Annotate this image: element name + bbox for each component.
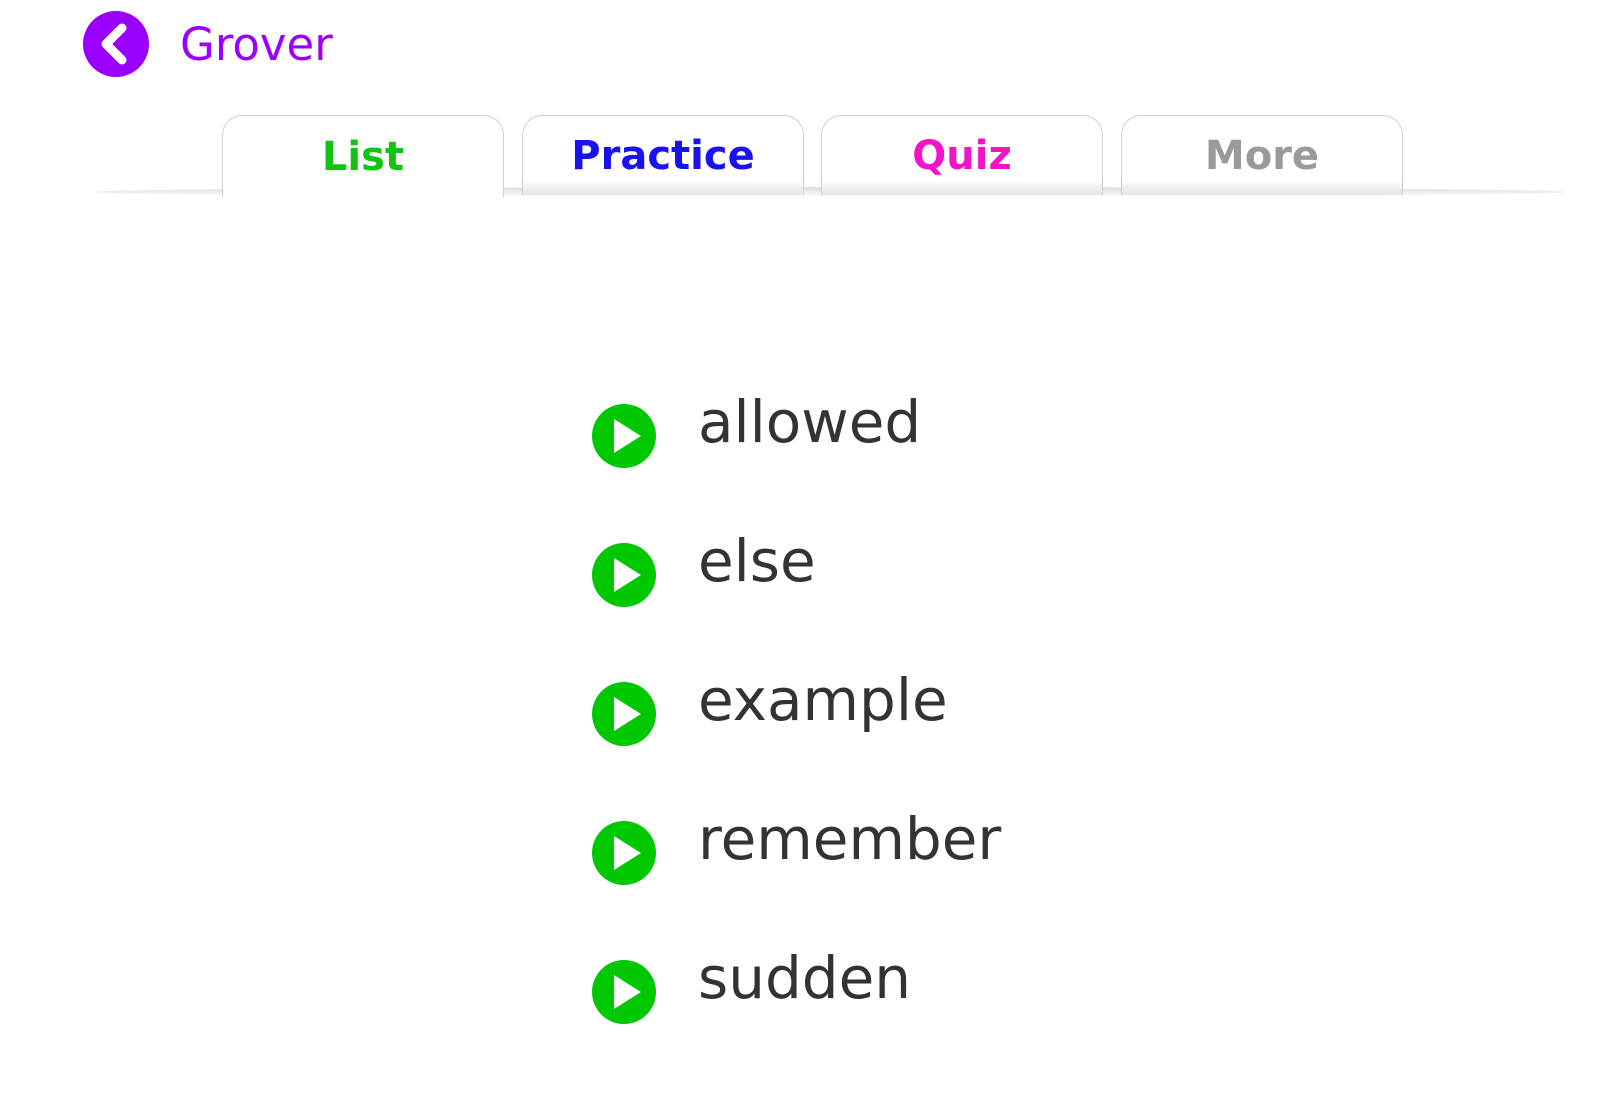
tab-quiz[interactable]: Quiz bbox=[821, 115, 1103, 195]
tab-quiz-label: Quiz bbox=[912, 132, 1012, 179]
word-text: allowed bbox=[698, 388, 922, 456]
play-circle-icon[interactable] bbox=[592, 543, 656, 607]
list-item: example bbox=[592, 668, 1001, 807]
word-text: remember bbox=[698, 805, 1002, 873]
list-item: remember bbox=[592, 807, 1001, 946]
page-title: Grover bbox=[180, 17, 333, 71]
tab-list-label: List bbox=[321, 133, 405, 180]
play-circle-icon[interactable] bbox=[592, 682, 656, 746]
tab-list[interactable]: List bbox=[222, 115, 504, 197]
back-button[interactable] bbox=[83, 11, 149, 77]
list-item: allowed bbox=[592, 390, 1001, 529]
list-item: else bbox=[592, 529, 1001, 668]
tab-more[interactable]: More bbox=[1121, 115, 1403, 195]
word-list: allowed else example remember sudden bbox=[592, 390, 1001, 1085]
tab-practice-label: Practice bbox=[571, 132, 755, 179]
play-circle-icon[interactable] bbox=[592, 960, 656, 1024]
tab-more-label: More bbox=[1204, 132, 1320, 179]
chevron-left-icon bbox=[101, 23, 127, 65]
tab-practice[interactable]: Practice bbox=[522, 115, 804, 195]
list-item: sudden bbox=[592, 946, 1001, 1085]
word-text: example bbox=[698, 666, 948, 734]
word-text: else bbox=[698, 527, 816, 595]
play-circle-icon[interactable] bbox=[592, 821, 656, 885]
header: Grover bbox=[83, 11, 333, 77]
tab-bar: List Practice Quiz More bbox=[0, 115, 1600, 197]
play-circle-icon[interactable] bbox=[592, 404, 656, 468]
word-text: sudden bbox=[698, 944, 912, 1012]
